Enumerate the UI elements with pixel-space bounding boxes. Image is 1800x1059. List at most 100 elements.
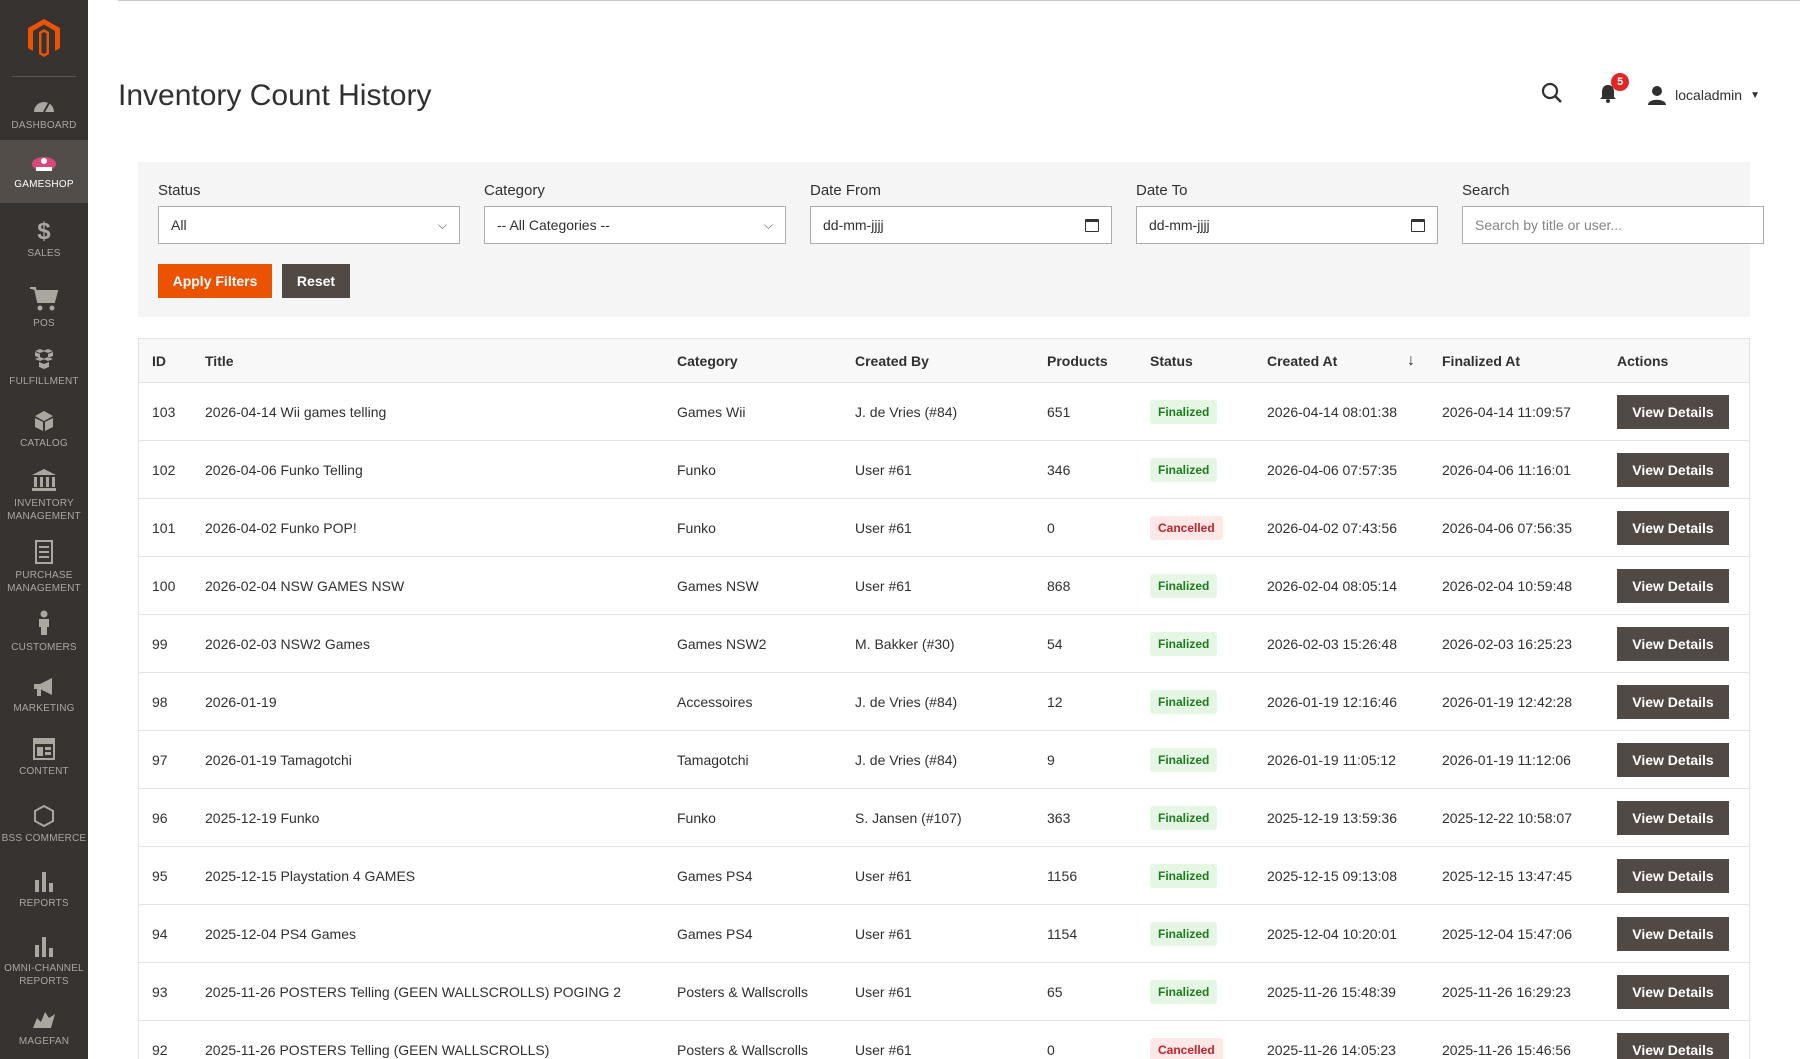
sidebar-item-bss-commerce[interactable]: BSS COMMERCE [0,792,88,858]
search-icon[interactable] [1541,82,1563,109]
cell-finalized-at: 2026-02-03 16:25:23 [1442,635,1572,652]
cell-id: 98 [152,693,168,710]
sidebar-item-label: OMNI-CHANNEL REPORTS [4,962,84,987]
cell-actions: View Details [1617,557,1729,614]
view-details-button[interactable]: View Details [1617,916,1729,951]
table-row: 98 2026-01-19 Accessoires J. de Vries (#84)… [139,673,1749,731]
cell-created-by: S. Jansen (#107) [855,809,962,826]
date-from-input[interactable]: dd-mm-jjjj [810,206,1112,244]
sidebar-item-sales[interactable]: $ SALES [0,212,88,268]
view-details-button[interactable]: View Details [1617,742,1729,777]
sidebar-item-gameshop[interactable]: GAMESHOP [0,140,88,203]
column-header-category[interactable]: Category [677,339,738,382]
cell-category: Posters & Wallscrolls [677,1041,808,1058]
sidebar-item-marketing[interactable]: MARKETING [0,668,88,724]
cell-created-by: User #61 [855,461,912,478]
cell-products: 868 [1047,577,1071,594]
category-select[interactable]: -- All Categories -- ⌵ [484,206,786,244]
sidebar-item-customers[interactable]: CUSTOMERS [0,604,88,660]
status-badge: Finalized [1150,747,1218,772]
sidebar-item-catalog[interactable]: CATALOG [0,402,88,458]
sidebar-item-omni-channel-reports[interactable]: OMNI-CHANNEL REPORTS [0,922,88,1000]
reset-button[interactable]: Reset [282,264,350,298]
status-badge: Finalized [1150,399,1218,424]
cell-finalized-at: 2025-11-26 16:29:23 [1442,983,1571,1000]
sidebar-item-reports[interactable]: REPORTS [0,862,88,918]
notifications-button[interactable]: 5 [1599,72,1630,108]
sidebar-item-label: INVENTORY MANAGEMENT [7,497,81,522]
cell-created-at: 2025-12-04 10:20:01 [1267,925,1397,942]
sidebar-item-dashboard[interactable]: DASHBOARD [0,88,88,140]
date-to-filter: Date To dd-mm-jjjj [1136,182,1438,244]
table-row: 97 2026-01-19 Tamagotchi Tamagotchi J. de V… [139,731,1749,789]
chevron-down-icon: ⌵ [437,217,447,232]
cell-created-at: 2026-01-19 11:05:12 [1267,751,1396,768]
view-details-button[interactable]: View Details [1617,1032,1729,1059]
sidebar-item-inventory-management[interactable]: INVENTORY MANAGEMENT [0,462,88,528]
cell-status: Finalized [1150,789,1218,846]
cell-products: 363 [1047,809,1071,826]
table-row: 92 2025-11-26 POSTERS Telling (GEEN WALLS… [139,1021,1749,1059]
sidebar-item-content[interactable]: CONTENT [0,730,88,786]
dollar-icon: $ [37,218,51,245]
cell-status: Finalized [1150,963,1218,1020]
cell-category: Games PS4 [677,867,753,884]
cell-finalized-at: 2025-12-15 13:47:45 [1442,867,1572,884]
cell-id: 95 [152,867,168,884]
sidebar-item-pos[interactable]: POS [0,278,88,338]
cell-created-at: 2026-04-06 07:57:35 [1267,461,1397,478]
cube-icon [35,411,53,431]
cell-actions: View Details [1617,383,1729,440]
view-details-button[interactable]: View Details [1617,568,1729,603]
boxes-icon [35,349,53,369]
cell-id: 102 [152,461,176,478]
view-details-button[interactable]: View Details [1617,452,1729,487]
search-filter: Search Search by title or user... [1462,182,1764,244]
sidebar-item-label: MAGEFAN [18,1036,70,1047]
sidebar-item-magefan[interactable]: MAGEFAN [0,1000,88,1056]
column-header-finalized-at[interactable]: Finalized At [1442,339,1520,382]
search-placeholder: Search by title or user... [1475,217,1623,233]
cell-finalized-at: 2026-02-04 10:59:48 [1442,577,1572,594]
status-badge: Finalized [1150,573,1218,598]
status-select[interactable]: All ⌵ [158,206,460,244]
cell-id: 92 [152,1041,168,1058]
table-row: 102 2026-04-06 Funko Telling Funko User #61… [139,441,1749,499]
calendar-icon[interactable] [1085,218,1099,232]
view-details-button[interactable]: View Details [1617,800,1729,835]
cell-status: Finalized [1150,673,1218,730]
cell-finalized-at: 2026-04-06 07:56:35 [1442,519,1572,536]
column-header-created-at[interactable]: Created At [1267,339,1337,382]
view-details-button[interactable]: View Details [1617,858,1729,893]
search-input[interactable]: Search by title or user... [1462,206,1764,244]
column-header-products[interactable]: Products [1047,339,1108,382]
cell-actions: View Details [1617,1021,1729,1059]
view-details-button[interactable]: View Details [1617,626,1729,661]
date-to-input[interactable]: dd-mm-jjjj [1136,206,1438,244]
view-details-button[interactable]: View Details [1617,684,1729,719]
calendar-icon[interactable] [1411,218,1425,232]
column-header-id[interactable]: ID [152,339,166,382]
status-badge: Finalized [1150,921,1218,946]
user-menu[interactable]: localadmin ▼ [1647,85,1760,105]
cell-title: 2025-12-19 Funko [205,809,320,826]
column-header-title[interactable]: Title [205,339,234,382]
view-details-button[interactable]: View Details [1617,974,1729,1009]
cell-products: 12 [1047,693,1063,710]
sidebar-item-purchase-management[interactable]: PURCHASE MANAGEMENT [0,534,88,600]
view-details-button[interactable]: View Details [1617,394,1729,429]
cell-title: 2025-11-26 POSTERS Telling (GEEN WALLSCR… [205,983,622,1000]
sort-arrow-icon[interactable]: ↓ [1407,339,1415,382]
sidebar-item-fulfillment[interactable]: FULFILLMENT [0,340,88,396]
column-header-status[interactable]: Status [1150,339,1193,382]
cell-status: Cancelled [1150,1021,1223,1059]
column-header-created-by[interactable]: Created By [855,339,929,382]
table-row: 103 2026-04-14 Wii games telling Games Wii… [139,383,1749,441]
cell-products: 65 [1047,983,1063,1000]
cell-actions: View Details [1617,905,1729,962]
apply-filters-button[interactable]: Apply Filters [158,264,272,298]
magento-logo[interactable] [0,0,88,76]
view-details-button[interactable]: View Details [1617,510,1729,545]
cell-id: 97 [152,751,168,768]
cell-created-at: 2026-04-02 07:43:56 [1267,519,1397,536]
